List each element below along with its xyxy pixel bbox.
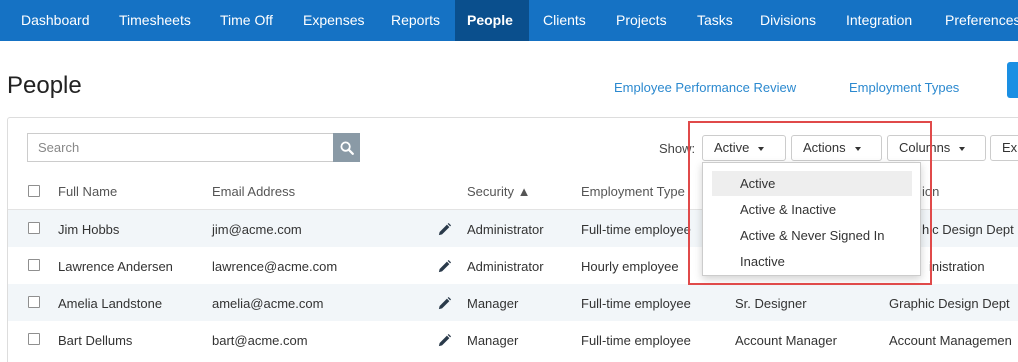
person-employment-type: Full-time employee xyxy=(581,296,691,311)
export-button[interactable]: Ex xyxy=(990,135,1018,161)
menu-option-active-never-signed-in[interactable]: Active & Never Signed In xyxy=(712,223,912,248)
person-name[interactable]: Jim Hobbs xyxy=(58,222,119,237)
nav-expenses[interactable]: Expenses xyxy=(291,0,376,41)
nav-projects[interactable]: Projects xyxy=(604,0,679,41)
column-header-security[interactable]: Security ▲ xyxy=(467,184,530,199)
column-header-division[interactable]: ion xyxy=(922,184,939,199)
select-all-checkbox[interactable] xyxy=(28,185,40,197)
columns-label: Columns xyxy=(899,140,951,155)
person-title: Account Manager xyxy=(735,333,837,348)
search-input[interactable] xyxy=(27,133,333,162)
person-employment-type: Hourly employee xyxy=(581,259,679,274)
person-name[interactable]: Bart Dellums xyxy=(58,333,132,348)
person-email: lawrence@acme.com xyxy=(212,259,338,274)
nav-reports[interactable]: Reports xyxy=(379,0,452,41)
caret-down-icon xyxy=(959,146,966,151)
person-email: amelia@acme.com xyxy=(212,296,324,311)
nav-integration[interactable]: Integration xyxy=(834,0,924,41)
person-security: Manager xyxy=(467,333,519,348)
nav-time-off[interactable]: Time Off xyxy=(208,0,285,41)
employee-performance-review-link[interactable]: Employee Performance Review xyxy=(614,80,796,95)
menu-option-inactive[interactable]: Inactive xyxy=(712,249,912,274)
actions-label: Actions xyxy=(803,140,846,155)
pencil-icon[interactable] xyxy=(437,296,452,311)
nav-timesheets[interactable]: Timesheets xyxy=(107,0,203,41)
person-division: Graphic Design Dept xyxy=(889,296,1010,311)
top-nav: Dashboard Timesheets Time Off Expenses R… xyxy=(0,0,1018,41)
nav-people[interactable]: People xyxy=(455,0,529,41)
caret-down-icon xyxy=(854,146,861,151)
menu-option-active[interactable]: Active xyxy=(712,171,912,196)
column-header-email[interactable]: Email Address xyxy=(212,184,295,199)
person-name[interactable]: Lawrence Andersen xyxy=(58,259,173,274)
person-security: Manager xyxy=(467,296,519,311)
search-icon xyxy=(340,141,354,155)
employment-types-link[interactable]: Employment Types xyxy=(849,80,959,95)
row-checkbox[interactable] xyxy=(28,222,40,234)
nav-dashboard[interactable]: Dashboard xyxy=(9,0,102,41)
page-title: People xyxy=(7,72,82,99)
person-title: Sr. Designer xyxy=(735,296,807,311)
person-division: Account Managemen xyxy=(889,333,1012,348)
row-checkbox[interactable] xyxy=(28,296,40,308)
nav-tasks[interactable]: Tasks xyxy=(685,0,745,41)
person-division: inistration xyxy=(929,259,985,274)
nav-divisions[interactable]: Divisions xyxy=(748,0,828,41)
caret-down-icon xyxy=(758,146,765,151)
row-checkbox[interactable] xyxy=(28,333,40,345)
menu-option-active-and-inactive[interactable]: Active & Inactive xyxy=(712,197,912,222)
status-filter-menu: Active Active & Inactive Active & Never … xyxy=(702,162,921,276)
person-email: bart@acme.com xyxy=(212,333,308,348)
actions-dropdown[interactable]: Actions xyxy=(791,135,882,161)
export-label: Ex xyxy=(1002,140,1018,155)
person-division: hic Design Dept xyxy=(922,222,1014,237)
row-checkbox[interactable] xyxy=(28,259,40,271)
add-person-button[interactable] xyxy=(1007,62,1018,98)
person-employment-type: Full-time employee xyxy=(581,333,691,348)
status-filter-dropdown[interactable]: Active xyxy=(702,135,786,161)
column-header-full-name[interactable]: Full Name xyxy=(58,184,117,199)
show-label: Show: xyxy=(659,141,696,156)
person-name[interactable]: Amelia Landstone xyxy=(58,296,162,311)
person-security: Administrator xyxy=(467,222,544,237)
column-header-employment-type[interactable]: Employment Type xyxy=(581,184,685,199)
person-employment-type: Full-time employee xyxy=(581,222,691,237)
pencil-icon[interactable] xyxy=(437,333,452,348)
person-security: Administrator xyxy=(467,259,544,274)
nav-preferences[interactable]: Preferences xyxy=(933,0,1018,41)
person-email: jim@acme.com xyxy=(212,222,302,237)
columns-dropdown[interactable]: Columns xyxy=(887,135,986,161)
nav-clients[interactable]: Clients xyxy=(531,0,598,41)
pencil-icon[interactable] xyxy=(437,222,452,237)
status-filter-value: Active xyxy=(714,140,750,155)
pencil-icon[interactable] xyxy=(437,259,452,274)
search-button[interactable] xyxy=(333,133,360,162)
